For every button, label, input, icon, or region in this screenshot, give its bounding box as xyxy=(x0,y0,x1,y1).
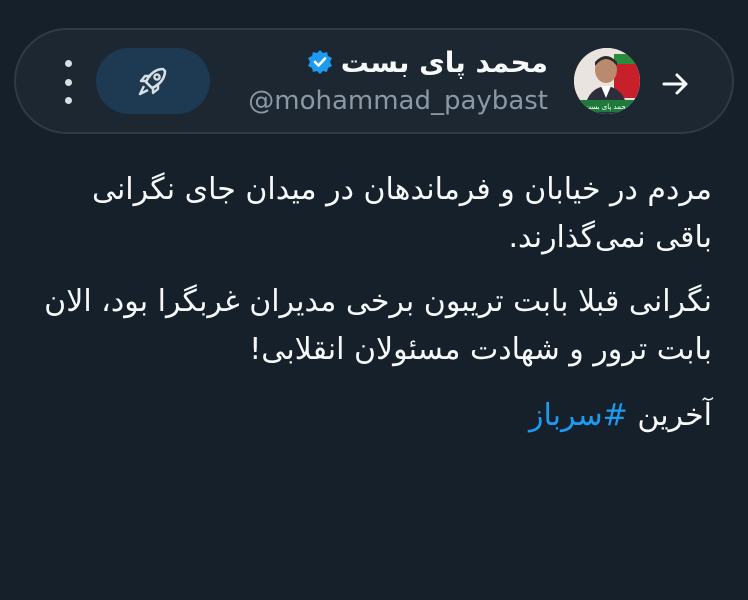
profile-header-bar: محمد پای بست محمد پای بست @mohammad_payb… xyxy=(14,28,734,134)
user-name[interactable]: محمد پای بست xyxy=(341,46,548,79)
tweet-text: مردم در خیابان و فرماندهان در میدان جای … xyxy=(32,166,712,456)
user-handle[interactable]: @mohammad_paybast xyxy=(248,86,548,116)
boost-button[interactable] xyxy=(96,48,210,114)
back-button[interactable] xyxy=(658,66,694,102)
avatar-image: محمد پای بست xyxy=(574,48,640,114)
tweet-last-word: آخرین xyxy=(637,398,712,433)
dot xyxy=(64,60,72,67)
tweet-screen: محمد پای بست محمد پای بست @mohammad_payb… xyxy=(0,0,748,600)
tweet-hashtag-line: آخرین #سرباز xyxy=(32,392,712,440)
user-name-row[interactable]: محمد پای بست xyxy=(307,44,548,80)
hashtag-link[interactable]: #سرباز xyxy=(529,398,628,433)
dot xyxy=(64,97,72,104)
avatar-caption: محمد پای بست xyxy=(584,103,629,111)
avatar[interactable]: محمد پای بست xyxy=(574,48,640,114)
tweet-paragraph-1: مردم در خیابان و فرماندهان در میدان جای … xyxy=(91,172,712,255)
dot xyxy=(64,78,72,86)
arrow-right-icon xyxy=(662,73,688,95)
verified-badge-icon xyxy=(307,50,332,74)
rocket-icon xyxy=(138,67,167,96)
tweet-paragraph-2: نگرانی قبلا بابت تریبون برخی مدیران غربگ… xyxy=(44,284,712,367)
more-options-button[interactable] xyxy=(58,60,78,104)
